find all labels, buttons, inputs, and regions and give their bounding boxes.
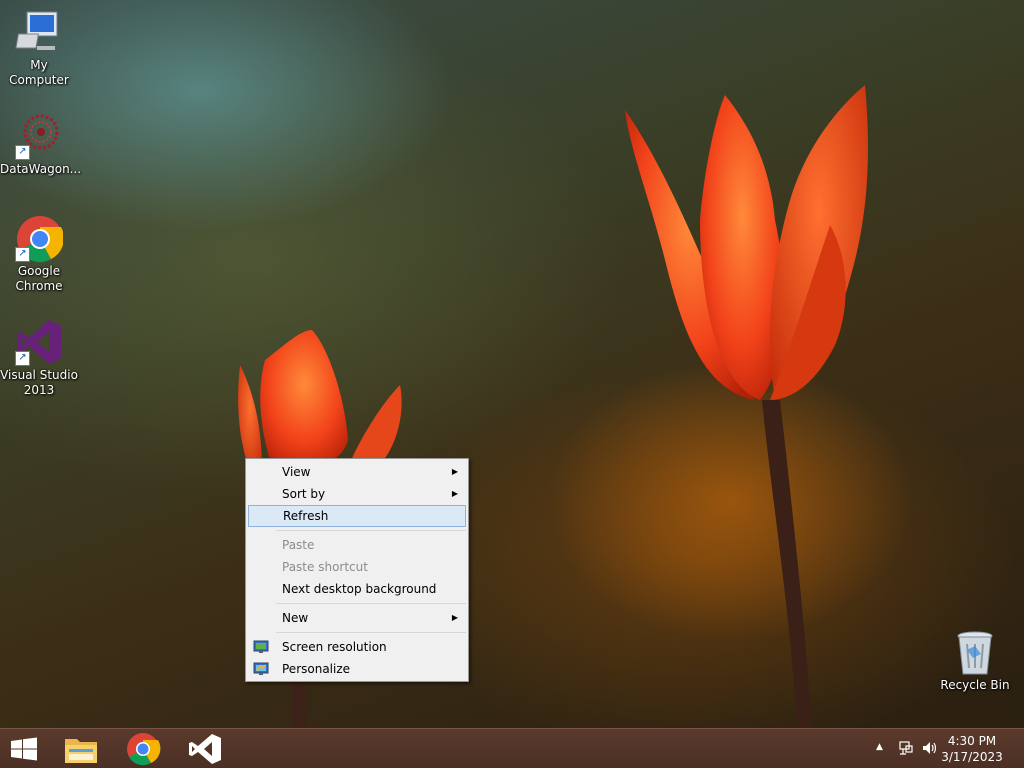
taskbar: ▲ 4:30 PM 3/17/2023 <box>0 728 1024 768</box>
shortcut-arrow-icon: ↗ <box>15 351 30 366</box>
taskbar-file-explorer[interactable] <box>57 731 105 767</box>
show-hidden-icons-icon[interactable]: ▲ <box>876 742 883 752</box>
menu-item-label: View <box>282 465 311 479</box>
start-icon <box>11 737 37 761</box>
desktop-icon-label: DataWagon... <box>0 162 82 176</box>
menu-item-view[interactable]: View ▶ <box>248 461 466 483</box>
menu-item-label: Next desktop background <box>282 582 437 596</box>
menu-item-label: Sort by <box>282 487 326 501</box>
menu-separator <box>276 530 466 531</box>
submenu-arrow-icon: ▶ <box>451 613 458 622</box>
desktop-icon-datawagon[interactable]: ↗ DataWagon... <box>0 112 82 177</box>
desktop[interactable]: My Computer ↗ DataWagon... ↗ Google Chro… <box>0 0 1024 728</box>
file-explorer-icon <box>65 739 97 763</box>
menu-item-sort-by[interactable]: Sort by ▶ <box>248 483 466 505</box>
menu-item-paste[interactable]: Paste <box>248 534 466 556</box>
desktop-icon-my-computer[interactable]: My Computer <box>0 8 78 88</box>
network-icon[interactable] <box>898 740 914 759</box>
menu-item-label: Paste shortcut <box>282 560 368 574</box>
desktop-context-menu: View ▶ Sort by ▶ Refresh Paste Paste sho… <box>245 458 469 682</box>
menu-separator <box>276 603 466 604</box>
start-button[interactable] <box>0 731 48 767</box>
menu-item-label: Personalize <box>282 662 351 676</box>
desktop-icon-label: Visual Studio 2013 <box>0 368 78 397</box>
submenu-arrow-icon: ▶ <box>451 489 458 498</box>
desktop-icon-visual-studio[interactable]: ↗ Visual Studio 2013 <box>0 318 78 398</box>
menu-item-screen-resolution[interactable]: Screen resolution <box>248 636 466 658</box>
menu-item-label: New <box>282 611 309 625</box>
wallpaper-tulips <box>238 85 868 728</box>
menu-item-personalize[interactable]: Personalize <box>248 658 466 680</box>
shortcut-arrow-icon: ↗ <box>15 247 30 262</box>
menu-item-label: Screen resolution <box>282 640 387 654</box>
menu-item-refresh[interactable]: Refresh <box>248 505 466 527</box>
screen-resolution-icon <box>253 639 269 655</box>
datawagon-icon: ↗ <box>15 112 63 160</box>
my-computer-icon <box>15 8 63 56</box>
taskbar-chrome[interactable] <box>119 731 167 767</box>
menu-item-label: Paste <box>282 538 315 552</box>
taskbar-visual-studio[interactable] <box>181 731 229 767</box>
menu-item-paste-shortcut[interactable]: Paste shortcut <box>248 556 466 578</box>
taskbar-clock[interactable]: 4:30 PM 3/17/2023 <box>932 733 1012 765</box>
personalize-icon <box>253 661 269 677</box>
clock-date: 3/17/2023 <box>941 750 1003 764</box>
visual-studio-icon: ↗ <box>15 318 63 366</box>
chrome-icon: ↗ <box>15 214 64 262</box>
desktop-icon-label: My Computer <box>9 58 69 87</box>
desktop-icon-google-chrome[interactable]: ↗ Google Chrome <box>0 214 78 294</box>
desktop-icon-label: Google Chrome <box>15 264 63 293</box>
visual-studio-icon <box>189 734 221 764</box>
menu-item-label: Refresh <box>283 509 329 523</box>
menu-item-new[interactable]: New ▶ <box>248 607 466 629</box>
desktop-icon-recycle-bin[interactable]: Recycle Bin <box>936 630 1014 693</box>
menu-item-next-desktop-background[interactable]: Next desktop background <box>248 578 466 600</box>
recycle-bin-icon <box>955 630 995 676</box>
desktop-icon-label: Recycle Bin <box>940 678 1010 692</box>
menu-separator <box>276 632 466 633</box>
submenu-arrow-icon: ▶ <box>451 467 458 476</box>
chrome-icon <box>127 733 161 766</box>
clock-time: 4:30 PM <box>947 734 997 748</box>
shortcut-arrow-icon: ↗ <box>15 145 30 160</box>
